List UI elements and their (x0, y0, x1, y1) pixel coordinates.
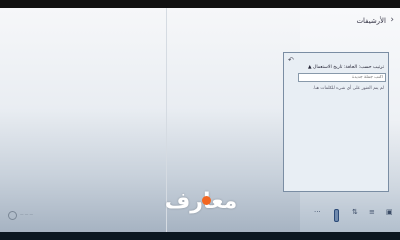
top-strip (0, 0, 400, 8)
sort-label: ترتيب حسب: الحافة: تاريخ الاستعمال (313, 65, 384, 70)
undo-icon[interactable]: ↶ (288, 56, 294, 64)
brand-text: — — — (20, 212, 34, 216)
chevron-right-icon[interactable]: › (390, 15, 394, 25)
search-input[interactable] (298, 73, 386, 82)
watermark-logo: معارف (160, 189, 242, 215)
sort-dropdown[interactable]: ترتيب حسب: الحافة: تاريخ الاستعمال ▲ (308, 65, 384, 70)
empty-results-message: لم يتم العثور على أي شيء للكلمات هنا. (312, 86, 384, 91)
sort-icon[interactable]: ⇅ (352, 208, 358, 216)
pane-title: الأرشيفات (356, 17, 386, 25)
watermark-text: معارف (164, 189, 238, 214)
bottom-strip (0, 232, 400, 240)
menu-icon[interactable]: ≡ (369, 208, 375, 216)
window-icon[interactable]: ▣ (386, 208, 393, 216)
search-popup: ↶ ترتيب حسب: الحافة: تاريخ الاستعمال ▲ ل… (283, 52, 389, 192)
more-icon[interactable]: ··· (314, 208, 321, 216)
caret-up-icon: ▲ (308, 65, 312, 70)
magnifier-icon (202, 196, 211, 205)
brand-logo-icon (8, 211, 17, 220)
scroll-icon[interactable] (334, 209, 339, 222)
